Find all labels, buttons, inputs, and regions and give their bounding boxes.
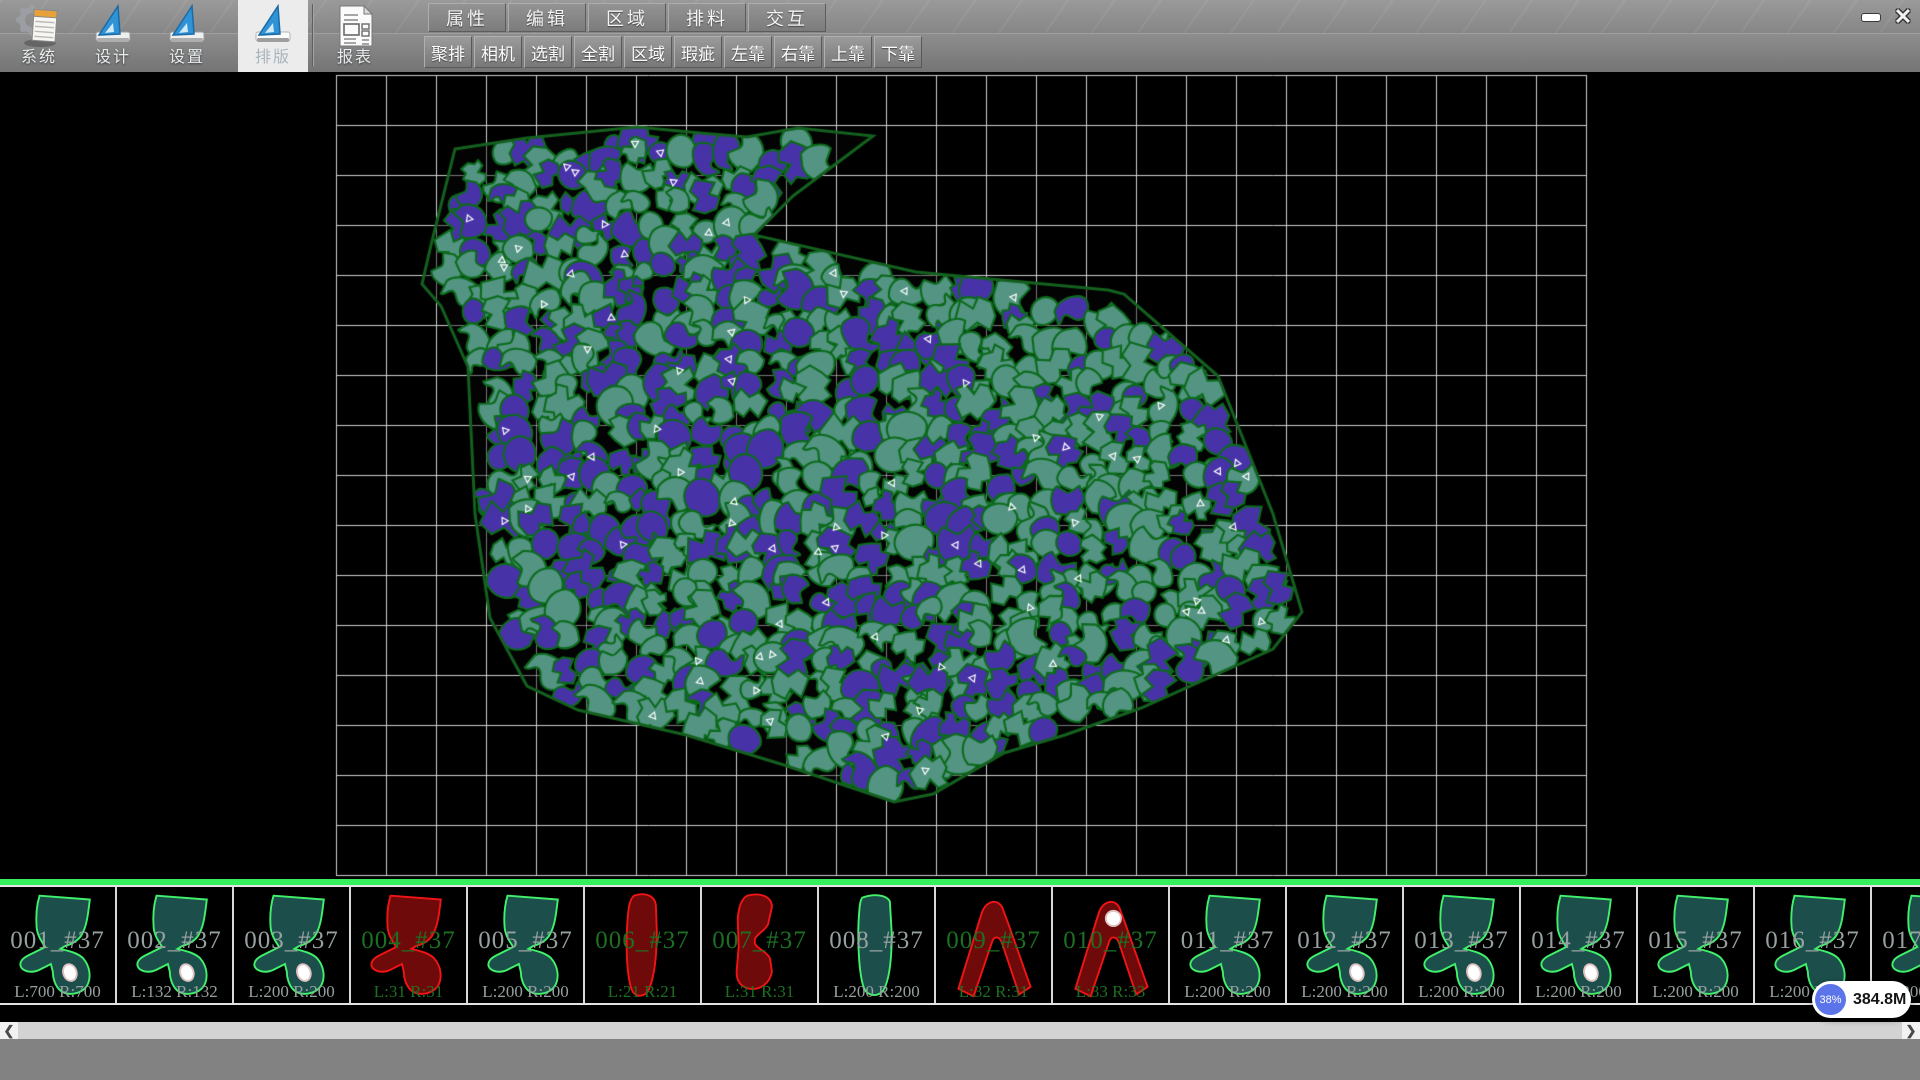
menu-item-2[interactable]: 编辑 xyxy=(508,3,586,32)
settings-button-label: 设置 xyxy=(169,49,205,67)
scroll-left-icon: ❮ xyxy=(4,1023,15,1039)
tool-button-8[interactable]: 右靠 xyxy=(774,36,822,68)
piece-counts: L:33 R:33 xyxy=(1053,982,1168,1002)
tool-button-3[interactable]: 选割 xyxy=(524,36,572,68)
scroll-right-button[interactable]: ❯ xyxy=(1902,1022,1920,1039)
system-button[interactable]: 系统 xyxy=(4,0,74,72)
minimize-icon xyxy=(1861,13,1881,22)
application-window: 系统 设计 设置 xyxy=(0,0,1920,1080)
piece-counts: L:200 R:200 xyxy=(1404,982,1519,1002)
minimize-button[interactable] xyxy=(1856,4,1886,30)
nesting-button-selected[interactable]: 排版 xyxy=(238,0,308,72)
horizontal-scrollbar[interactable]: ❮ ❯ xyxy=(0,1022,1920,1039)
nesting-button-label: 排版 xyxy=(255,49,291,67)
piece-counts: L:31 R:31 xyxy=(351,982,466,1002)
set-square-icon xyxy=(164,3,210,49)
tool-button-1[interactable]: 聚排 xyxy=(424,36,472,68)
tool-button-2[interactable]: 相机 xyxy=(474,36,522,68)
thumbnail-piece-7[interactable]: 007_#37 L:31 R:31 xyxy=(702,887,819,1003)
piece-name: 004_#37 xyxy=(351,927,466,955)
menu-item-4[interactable]: 排料 xyxy=(668,3,746,32)
piece-counts: L:200 R:200 xyxy=(468,982,583,1002)
set-square-icon xyxy=(250,3,296,49)
piece-name: 009_#37 xyxy=(936,927,1051,955)
piece-name: 002_#37 xyxy=(117,927,232,955)
design-button-label: 设计 xyxy=(95,49,131,67)
nesting-workspace-canvas[interactable] xyxy=(0,72,1920,879)
report-button-label: 报表 xyxy=(337,49,373,67)
tool-button-7[interactable]: 左靠 xyxy=(724,36,772,68)
piece-name: 013_#37 xyxy=(1404,927,1519,955)
piece-name: 014_#37 xyxy=(1521,927,1636,955)
system-button-label: 系统 xyxy=(21,49,57,67)
bottom-status-bar xyxy=(0,1039,1920,1080)
report-button[interactable]: 报表 xyxy=(320,0,390,72)
piece-counts: L:200 R:200 xyxy=(1638,982,1753,1002)
tool-button-6[interactable]: 瑕疵 xyxy=(674,36,722,68)
piece-counts: L:200 R:200 xyxy=(234,982,349,1002)
piece-counts: L:21 R:21 xyxy=(585,982,700,1002)
piece-name: 001_#37 xyxy=(0,927,115,955)
report-icon xyxy=(332,3,378,49)
toolbar-divider xyxy=(312,4,313,66)
design-button[interactable]: 设计 xyxy=(78,0,148,72)
title-toolbar: 系统 设计 设置 xyxy=(0,0,1920,72)
close-button[interactable]: ✕ xyxy=(1888,4,1918,30)
piece-counts: L:200 R:200 xyxy=(819,982,934,1002)
thumbnail-piece-11[interactable]: 011_#37 L:200 R:200 xyxy=(1170,887,1287,1003)
tool-button-10[interactable]: 下靠 xyxy=(874,36,922,68)
scrollbar-track[interactable] xyxy=(18,1022,1902,1039)
piece-name: 011_#37 xyxy=(1170,927,1285,955)
scroll-right-icon: ❯ xyxy=(1906,1023,1917,1039)
piece-name: 005_#37 xyxy=(468,927,583,955)
piece-name: 015_#37 xyxy=(1638,927,1753,955)
piece-name: 010_#37 xyxy=(1053,927,1168,955)
menu-item-1[interactable]: 属性 xyxy=(428,3,506,32)
piece-name: 017_#37 xyxy=(1872,927,1920,955)
piece-name: 008_#37 xyxy=(819,927,934,955)
strip-bottom-gap xyxy=(0,1005,1920,1022)
thumbnail-piece-9[interactable]: 009_#37 L:32 R:31 xyxy=(936,887,1053,1003)
thumbnail-piece-1[interactable]: 001_#37 L:700 R:700 xyxy=(0,887,117,1003)
piece-thumbnail-strip: 001_#37L:700 R:700002_#37L:132 R:132003_… xyxy=(0,885,1920,1005)
thumbnail-piece-3[interactable]: 003_#37 L:200 R:200 xyxy=(234,887,351,1003)
thumbnail-piece-12[interactable]: 012_#37 L:200 R:200 xyxy=(1287,887,1404,1003)
thumbnail-piece-10[interactable]: 010_#37 L:33 R:33 xyxy=(1053,887,1170,1003)
thumbnail-piece-4[interactable]: 004_#37 L:31 R:31 xyxy=(351,887,468,1003)
thumbnail-piece-6[interactable]: 006_#37 L:21 R:21 xyxy=(585,887,702,1003)
thumbnail-piece-8[interactable]: 008_#37 L:200 R:200 xyxy=(819,887,936,1003)
thumbnail-piece-15[interactable]: 015_#37 L:200 R:200 xyxy=(1638,887,1755,1003)
close-icon: ✕ xyxy=(1894,4,1912,30)
tool-button-9[interactable]: 上靠 xyxy=(824,36,872,68)
tool-button-5[interactable]: 区域 xyxy=(624,36,672,68)
menu-item-5[interactable]: 交互 xyxy=(748,3,826,32)
scroll-left-button[interactable]: ❮ xyxy=(0,1022,18,1039)
piece-counts: L:200 R:200 xyxy=(1521,982,1636,1002)
piece-counts: L:132 R:132 xyxy=(117,982,232,1002)
piece-name: 003_#37 xyxy=(234,927,349,955)
piece-name: 006_#37 xyxy=(585,927,700,955)
thumbnail-piece-2[interactable]: 002_#37 L:132 R:132 xyxy=(117,887,234,1003)
gear-notebook-icon xyxy=(16,3,62,49)
piece-counts: L:31 R:31 xyxy=(702,982,817,1002)
progress-circle: 38% xyxy=(1815,984,1846,1015)
piece-counts: L:700 R:700 xyxy=(0,982,115,1002)
thumbnail-piece-14[interactable]: 014_#37 L:200 R:200 xyxy=(1521,887,1638,1003)
piece-counts: L:200 R:200 xyxy=(1170,982,1285,1002)
piece-name: 016_#37 xyxy=(1755,927,1870,955)
piece-name: 012_#37 xyxy=(1287,927,1402,955)
progress-memory-bubble[interactable]: 38% 384.8M xyxy=(1812,981,1911,1018)
thumbnail-piece-5[interactable]: 005_#37 L:200 R:200 xyxy=(468,887,585,1003)
thumbnail-piece-13[interactable]: 013_#37 L:200 R:200 xyxy=(1404,887,1521,1003)
memory-value: 384.8M xyxy=(1853,991,1906,1009)
piece-counts: L:32 R:31 xyxy=(936,982,1051,1002)
menu-item-3[interactable]: 区域 xyxy=(588,3,666,32)
set-square-icon xyxy=(90,3,136,49)
piece-counts: L:200 R:200 xyxy=(1287,982,1402,1002)
settings-button[interactable]: 设置 xyxy=(152,0,222,72)
tool-button-4[interactable]: 全割 xyxy=(574,36,622,68)
progress-percent: 38% xyxy=(1819,994,1841,1006)
piece-name: 007_#37 xyxy=(702,927,817,955)
